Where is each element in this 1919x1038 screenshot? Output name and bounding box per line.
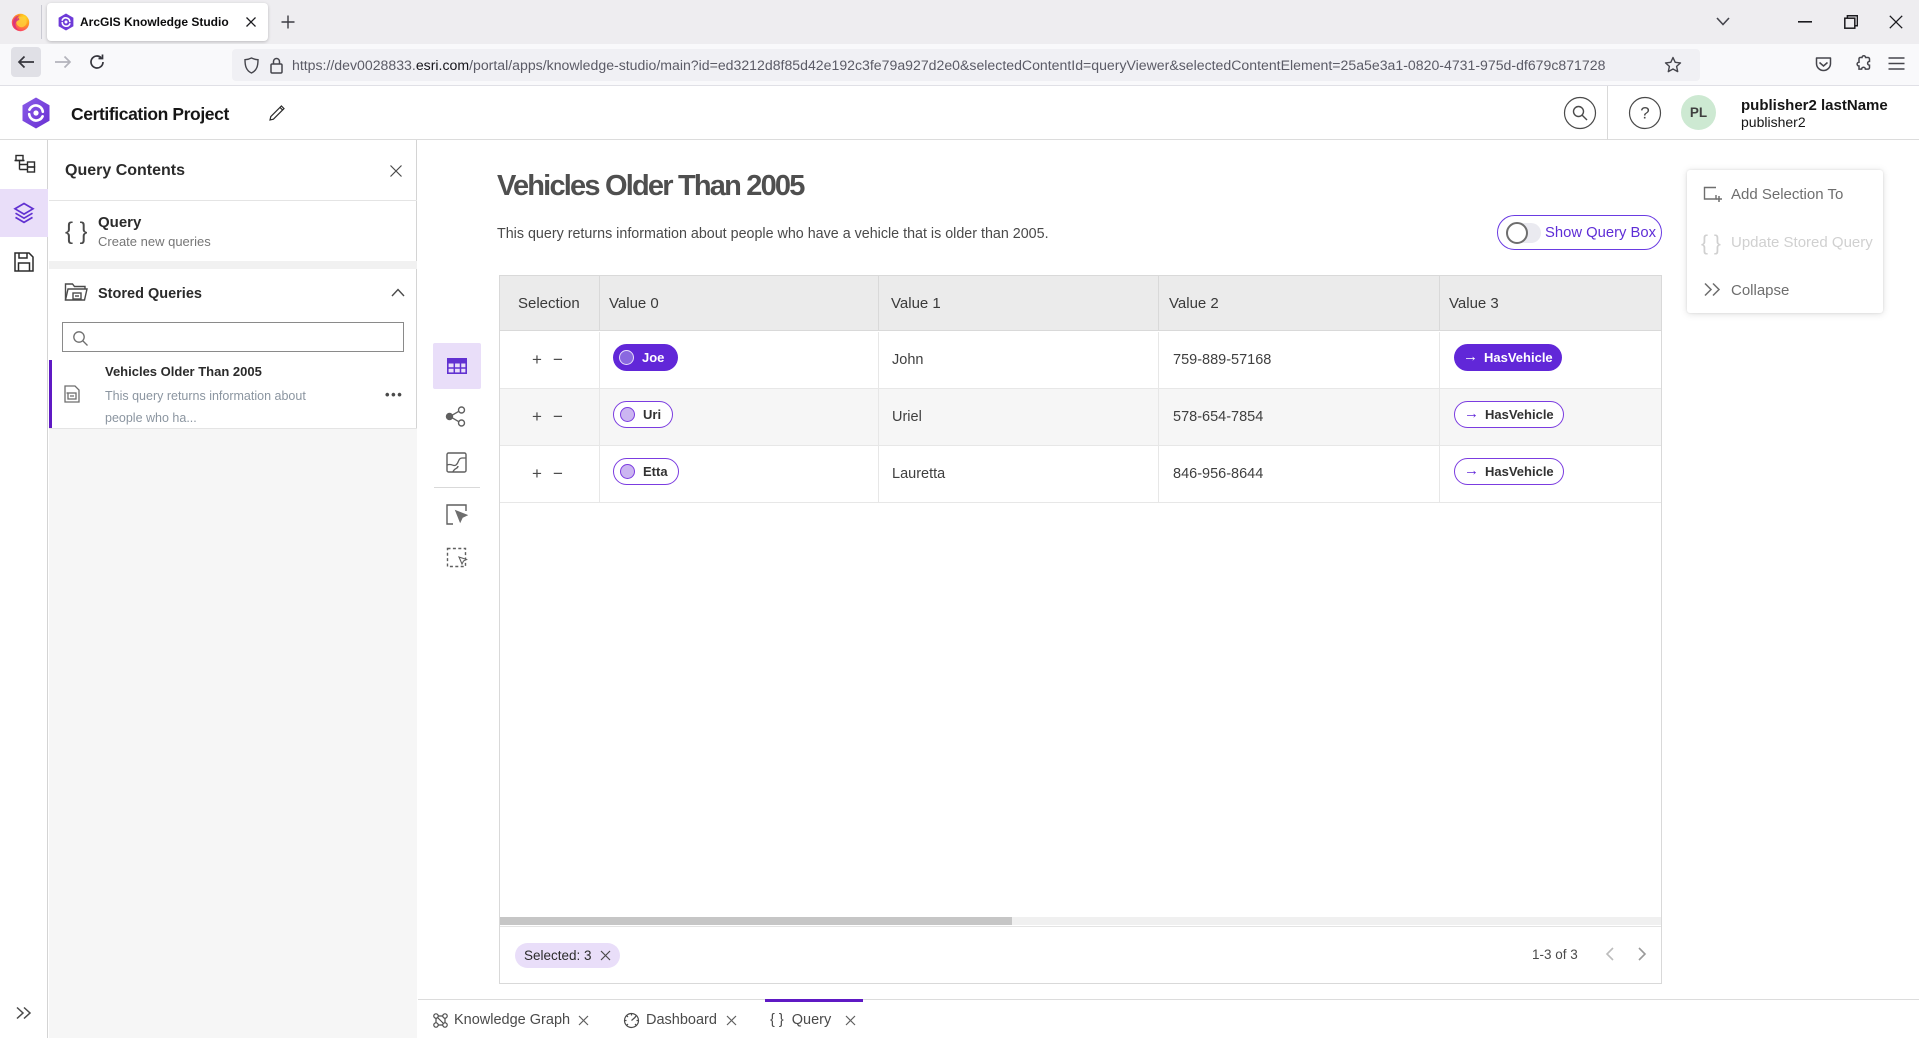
svg-text:{ }: { } xyxy=(1701,232,1721,255)
svg-text:?: ? xyxy=(1640,104,1649,123)
svg-text:{ }: { } xyxy=(65,218,87,245)
